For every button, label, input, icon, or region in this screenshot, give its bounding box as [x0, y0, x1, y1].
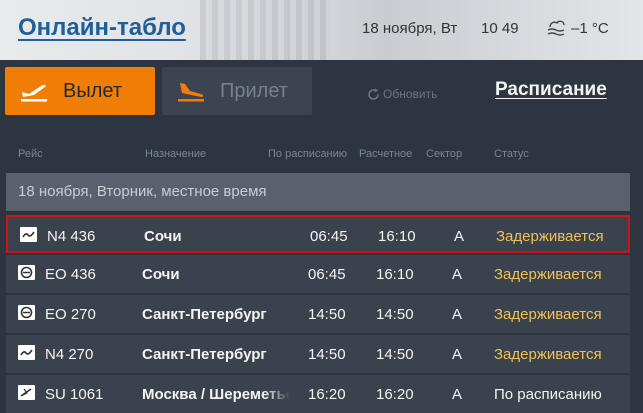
temperature: –1 °C	[571, 20, 609, 37]
column-header-sector: Сектор	[426, 148, 463, 160]
current-date: 18 ноября, Вт	[362, 20, 458, 37]
sector: A	[454, 228, 465, 245]
destination: Сочи	[142, 266, 180, 283]
tab-arrivals-label: Прилет	[220, 79, 288, 102]
flight-number: EO 270	[45, 306, 96, 323]
scheduled-time: 06:45	[310, 228, 348, 245]
sector: A	[452, 306, 463, 323]
fog-icon	[547, 20, 565, 36]
header-bar: Онлайн-табло 18 ноября, Вт 10 49 –1 °C	[0, 0, 643, 60]
flight-row[interactable]: EO 270 Санкт-Петербург 14:50 14:50 A Зад…	[6, 295, 630, 333]
flight-row[interactable]: N4 436 Сочи 06:45 16:10 A Задерживается	[6, 215, 630, 253]
tab-departures[interactable]: Вылет	[5, 67, 155, 115]
departure-plane-icon	[21, 84, 47, 102]
header-background-photo	[200, 0, 330, 60]
scheduled-time: 14:50	[308, 346, 346, 363]
date-band: 18 ноября, Вторник, местное время	[6, 173, 630, 211]
sector: A	[452, 386, 463, 403]
sector: A	[452, 266, 463, 283]
page-title-link[interactable]: Онлайн-табло	[18, 14, 186, 42]
flight-row[interactable]: N4 270 Санкт-Петербург 14:50 14:50 A Зад…	[6, 335, 630, 373]
estimated-time: 14:50	[376, 306, 414, 323]
refresh-label: Обновить	[383, 87, 438, 101]
column-header-destination: Назначение	[145, 148, 207, 160]
ikar-logo-icon	[18, 305, 35, 320]
estimated-time: 16:10	[378, 228, 416, 245]
destination: Санкт-Петербург	[142, 306, 267, 323]
flight-number: SU 1061	[45, 386, 104, 403]
nordwind-logo-icon	[18, 345, 35, 360]
tab-bar: Вылет Прилет Обновить Расписание	[0, 60, 643, 122]
destination: Сочи	[144, 228, 182, 245]
flight-status: Задерживается	[494, 306, 602, 323]
flight-number: N4 436	[47, 228, 96, 245]
destination: Москва / Шереметьево	[142, 386, 290, 403]
scheduled-time: 16:20	[308, 386, 346, 403]
destination: Санкт-Петербург	[142, 346, 267, 363]
refresh-button[interactable]: Обновить	[367, 87, 437, 101]
flight-row[interactable]: EO 436 Сочи 06:45 16:10 A Задерживается	[6, 255, 630, 293]
column-header-scheduled: По расписанию	[268, 148, 348, 160]
tab-arrivals[interactable]: Прилет	[162, 67, 312, 115]
scheduled-time: 06:45	[308, 266, 346, 283]
schedule-link[interactable]: Расписание	[495, 79, 607, 101]
estimated-time: 16:20	[376, 386, 414, 403]
scheduled-time: 14:50	[308, 306, 346, 323]
tab-departures-label: Вылет	[63, 79, 123, 102]
refresh-icon	[368, 88, 379, 100]
column-header-status: Статус	[494, 148, 529, 160]
flight-status: Задерживается	[494, 346, 602, 363]
flight-row[interactable]: SU 1061 Москва / Шереметьево 16:20 16:20…	[6, 375, 630, 413]
flight-number: EO 436	[45, 266, 96, 283]
column-header-estimated: Расчетное	[359, 148, 413, 160]
aeroflot-logo-icon	[18, 385, 35, 400]
flight-status: Задерживается	[494, 266, 602, 283]
flight-status: По расписанию	[494, 386, 602, 403]
sector: A	[452, 346, 463, 363]
estimated-time: 14:50	[376, 346, 414, 363]
flight-status: Задерживается	[496, 228, 604, 245]
column-header-flight: Рейс	[18, 148, 43, 160]
arrival-plane-icon	[178, 83, 204, 102]
flight-number: N4 270	[45, 346, 94, 363]
ikar-logo-icon	[18, 265, 35, 280]
current-time: 10 49	[481, 20, 519, 37]
estimated-time: 16:10	[376, 266, 414, 283]
nordwind-logo-icon	[20, 227, 37, 242]
